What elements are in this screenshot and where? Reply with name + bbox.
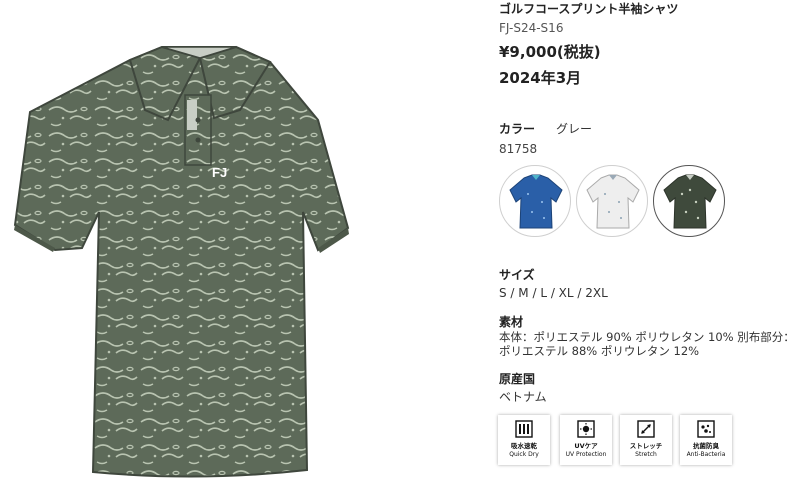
feature-badge-uv: UVケア UV Protection (560, 415, 612, 465)
size-label: サイズ (499, 268, 535, 282)
color-label: カラー (499, 122, 536, 136)
grey-shirt-thumbnail (663, 174, 717, 229)
product-main-image: FJ (0, 0, 370, 492)
white-shirt-thumbnail (586, 174, 640, 229)
product-price: ¥9,000(税抜) (499, 43, 601, 61)
feature-badge-quick-dry: 吸水速乾 Quick Dry (498, 415, 550, 465)
feature-en-label: Stretch (635, 451, 657, 458)
feature-jp-label: 吸水速乾 (511, 442, 537, 450)
color-swatch-grey[interactable] (653, 165, 725, 237)
feature-jp-label: ストレッチ (629, 442, 663, 450)
material-line-2: ポリエステル 88% ポリウレタン 12% (499, 344, 700, 358)
blue-shirt-thumbnail (509, 174, 563, 229)
feature-badge-anti-bacteria: 抗菌防臭 Anti-Bacteria (680, 415, 732, 465)
selected-color-name: グレー (556, 122, 593, 136)
feature-en-label: Quick Dry (509, 451, 539, 458)
material-value: 本体：ポリエステル 90% ポリウレタン 10% 別布部分： ポリエステル 88… (499, 330, 799, 358)
product-code: FJ-S24-S16 (499, 21, 564, 35)
feature-badge-stretch: ストレッチ Stretch (620, 415, 672, 465)
stretch-icon (637, 420, 655, 438)
feature-jp-label: 抗菌防臭 (693, 442, 719, 450)
color-code: 81758 (499, 142, 538, 156)
material-line-1: 本体：ポリエステル 90% ポリウレタン 10% 別布部分： (499, 330, 795, 344)
color-swatch-blue[interactable] (499, 165, 571, 237)
feature-en-label: Anti-Bacteria (686, 451, 726, 458)
feature-jp-label: UVケア (574, 442, 598, 450)
fj-logo: FJ (212, 165, 227, 180)
polo-shirt-image: FJ (13, 45, 350, 478)
size-options: S / M / L / XL / 2XL (499, 286, 608, 300)
quick-dry-icon (515, 420, 533, 438)
material-label: 素材 (499, 315, 524, 329)
product-name: ゴルフコースプリント半袖シャツ (499, 2, 679, 16)
uv-protection-icon (577, 420, 595, 438)
origin-label: 原産国 (499, 372, 536, 386)
release-date: 2024年3月 (499, 69, 582, 87)
anti-bacteria-icon (697, 420, 715, 438)
feature-en-label: UV Protection (565, 451, 607, 458)
color-swatch-white[interactable] (576, 165, 648, 237)
origin-value: ベトナム (499, 390, 547, 404)
